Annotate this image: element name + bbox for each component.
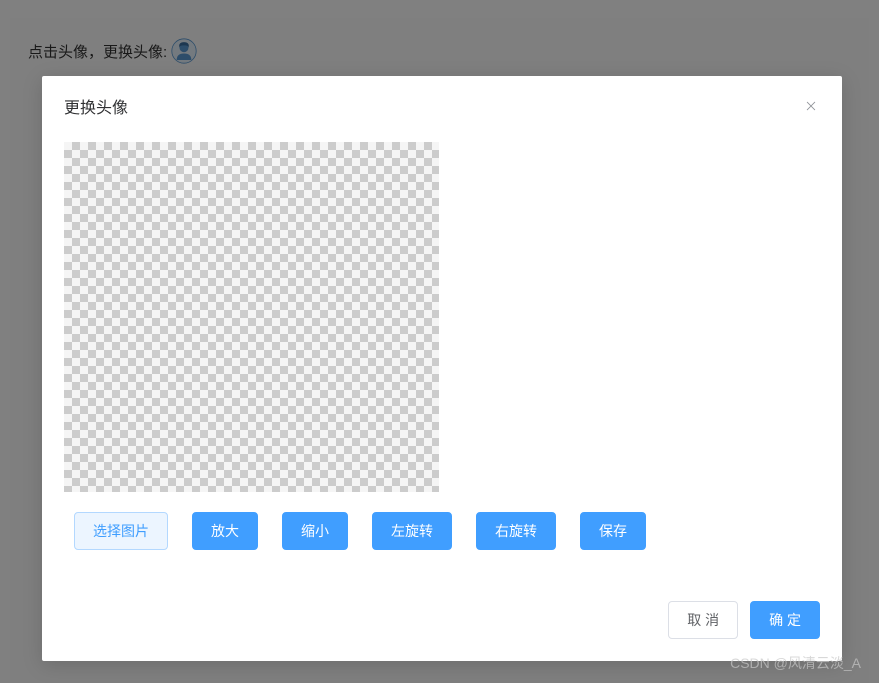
dialog-header: 更换头像 [42,76,842,132]
rotate-right-button[interactable]: 右旋转 [476,512,556,550]
zoom-out-button[interactable]: 缩小 [282,512,348,550]
dialog-body: 选择图片 放大 缩小 左旋转 右旋转 保存 [42,132,842,589]
cancel-button[interactable]: 取 消 [668,601,738,639]
confirm-button[interactable]: 确 定 [750,601,820,639]
close-button[interactable] [802,97,820,115]
rotate-left-button[interactable]: 左旋转 [372,512,452,550]
select-image-button[interactable]: 选择图片 [74,512,168,550]
dialog-title: 更换头像 [64,94,128,118]
dialog-footer: 取 消 确 定 [42,589,842,661]
close-icon [804,99,818,113]
toolbar: 选择图片 放大 缩小 左旋转 右旋转 保存 [64,512,820,550]
change-avatar-dialog: 更换头像 选择图片 放大 缩小 左旋转 右旋转 保存 取 消 确 定 [42,76,842,661]
save-button[interactable]: 保存 [580,512,646,550]
image-crop-canvas[interactable] [64,142,439,492]
zoom-in-button[interactable]: 放大 [192,512,258,550]
